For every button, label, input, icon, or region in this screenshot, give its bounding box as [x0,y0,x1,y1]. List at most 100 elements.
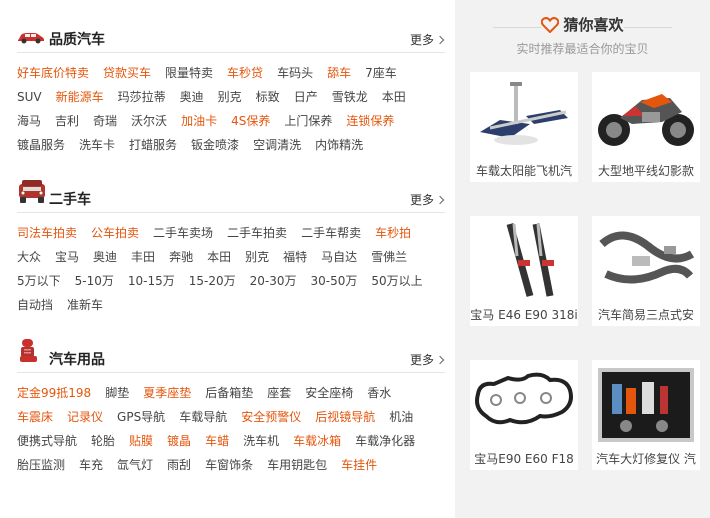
product-card[interactable]: 宝马E90 E60 F18 [470,360,578,470]
category-link[interactable]: 5-10万 [75,269,114,293]
category-link[interactable]: 洗车卡 [79,133,115,157]
guess-subtitle: 实时推荐最适合你的宝贝 [516,42,649,56]
heart-icon [541,17,560,37]
category-link[interactable]: 车载冰箱 [293,429,341,453]
more-link[interactable]: 更多 [410,191,445,208]
category-link[interactable]: 轮胎 [91,429,115,453]
category-link[interactable]: 沃尔沃 [131,109,167,133]
category-link[interactable]: 脚垫 [105,381,129,405]
section-title: 二手车 [49,192,91,208]
product-card[interactable]: 大型地平线幻影款 [592,72,700,182]
category-link[interactable]: 车窗饰条 [205,453,253,477]
category-link[interactable]: 本田 [382,85,406,109]
category-link[interactable]: 车载净化器 [355,429,415,453]
category-link[interactable]: 内饰精洗 [315,133,363,157]
category-link[interactable]: 准新车 [67,293,103,317]
category-link[interactable]: 镀晶服务 [17,133,65,157]
category-link[interactable]: 记录仪 [67,405,103,429]
category-link[interactable]: 吉利 [55,109,79,133]
category-link[interactable]: 30-50万 [311,269,358,293]
category-link[interactable]: 司法车拍卖 [17,221,77,245]
category-link[interactable]: 15-20万 [189,269,236,293]
category-link[interactable]: 舔车 [327,61,351,85]
category-link[interactable]: 雨刮 [167,453,191,477]
category-link[interactable]: 安全预警仪 [241,405,301,429]
category-link[interactable]: 后视镜导航 [315,405,375,429]
category-link[interactable]: 宝马 [55,245,79,269]
link-row: 大众 宝马 奥迪 丰田 奔驰 本田 别克 福特 马自达 雪佛兰 [17,245,445,269]
category-link[interactable]: 车充 [79,453,103,477]
seat-belt-image [592,216,700,302]
category-link[interactable]: 加油卡 [181,109,217,133]
category-link[interactable]: 别克 [218,85,242,109]
category-link[interactable]: 奥迪 [180,85,204,109]
category-link[interactable]: 车码头 [277,61,313,85]
category-link[interactable]: 4S保养 [231,109,270,133]
category-link[interactable]: 海马 [17,109,41,133]
category-link[interactable]: 机油 [389,405,413,429]
product-caption: 汽车简易三点式安 [597,308,694,322]
category-link[interactable]: 5万以下 [17,269,61,293]
product-card[interactable]: 汽车大灯修复仪 汽 [592,360,700,470]
category-link[interactable]: 标致 [256,85,280,109]
category-link[interactable]: 奔驰 [169,245,193,269]
category-link[interactable]: 车用钥匙包 [267,453,327,477]
category-link[interactable]: 大众 [17,245,41,269]
category-link[interactable]: 7座车 [365,61,397,85]
category-link[interactable]: 镀晶 [167,429,191,453]
category-link[interactable]: 二手车帮卖 [301,221,361,245]
category-link[interactable]: 别克 [245,245,269,269]
product-card[interactable]: 车载太阳能飞机汽 [470,72,578,182]
more-link[interactable]: 更多 [410,351,445,368]
category-link[interactable]: 后备箱垫 [205,381,253,405]
category-link[interactable]: 丰田 [131,245,155,269]
category-link[interactable]: 二手车拍卖 [227,221,287,245]
category-link[interactable]: 50万以上 [371,269,422,293]
category-link[interactable]: 奇瑞 [93,109,117,133]
category-link[interactable]: 钣金喷漆 [191,133,239,157]
category-link[interactable]: 限量特卖 [165,61,213,85]
category-link[interactable]: 10-15万 [128,269,175,293]
link-rows: 司法车拍卖 公车拍卖 二手车卖场 二手车拍卖 二手车帮卖 车秒拍 大众 宝马 奥迪 丰田 奔驰 本田别… [17,221,445,317]
category-link[interactable]: 空调清洗 [253,133,301,157]
category-link[interactable]: 雪佛兰 [371,245,407,269]
category-link[interactable]: 福特 [283,245,307,269]
category-link[interactable]: 车震床 [17,405,53,429]
category-link[interactable]: 氙气灯 [117,453,153,477]
category-link[interactable]: 车载导航 [179,405,227,429]
category-link[interactable]: 连锁保养 [346,109,394,133]
category-link[interactable]: GPS导航 [117,405,165,429]
category-link[interactable]: 车蜡 [205,429,229,453]
category-link[interactable]: 定金99抵198 [17,381,91,405]
category-link[interactable]: 本田 [207,245,231,269]
category-link[interactable]: 车挂件 [341,453,377,477]
category-link[interactable]: 洗车机 [243,429,279,453]
product-card[interactable]: 汽车简易三点式安 [592,216,700,326]
category-link[interactable]: 奥迪 [93,245,117,269]
category-link[interactable]: 贴膜 [129,429,153,453]
category-link[interactable]: 夏季座垫 [143,381,191,405]
category-link[interactable]: 车秒贷 [227,61,263,85]
category-link[interactable]: 贷款买车 [103,61,151,85]
category-link[interactable]: 公车拍卖 [91,221,139,245]
category-link[interactable]: 雪铁龙 [332,85,368,109]
product-card[interactable]: 宝马 E46 E90 318i [470,216,578,326]
category-link[interactable]: 日产 [294,85,318,109]
category-link[interactable]: 二手车卖场 [153,221,213,245]
category-link[interactable]: 玛莎拉蒂 [118,85,166,109]
category-link[interactable]: 香水 [367,381,391,405]
category-link[interactable]: 便携式导航 [17,429,77,453]
category-link[interactable]: 新能源车 [56,85,104,109]
category-link[interactable]: 车秒拍 [375,221,411,245]
category-link[interactable]: 马自达 [321,245,357,269]
more-link[interactable]: 更多 [410,31,445,48]
category-link[interactable]: 好车底价特卖 [17,61,89,85]
category-link[interactable]: SUV [17,85,42,109]
category-link[interactable]: 座套 [267,381,291,405]
category-link[interactable]: 打蜡服务 [129,133,177,157]
category-link[interactable]: 胎压监测 [17,453,65,477]
category-link[interactable]: 安全座椅 [305,381,353,405]
category-link[interactable]: 上门保养 [284,109,332,133]
category-link[interactable]: 20-30万 [250,269,297,293]
category-link[interactable]: 自动挡 [17,293,53,317]
